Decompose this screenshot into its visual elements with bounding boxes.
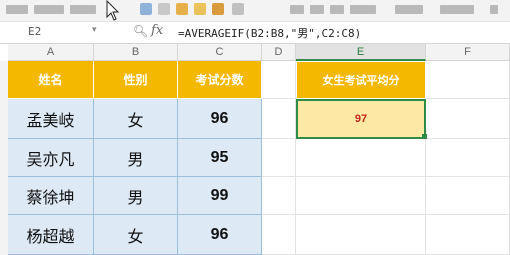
column-header-a[interactable]: A (8, 44, 94, 61)
column-header-f[interactable]: F (426, 44, 510, 61)
empty-cell[interactable] (426, 61, 510, 99)
header-gender[interactable]: 性别 (94, 61, 178, 99)
table-cell-name[interactable]: 蔡徐坤 (8, 177, 94, 215)
table-cell-name[interactable]: 杨超越 (8, 215, 94, 255)
format-icon[interactable] (140, 3, 152, 15)
toolbar-button[interactable] (440, 5, 474, 14)
align-icon[interactable] (290, 5, 304, 14)
chevron-down-icon[interactable]: ▾ (92, 25, 97, 35)
column-header-b[interactable]: B (94, 44, 178, 61)
toolbar-button[interactable] (34, 5, 64, 14)
empty-cell[interactable] (262, 215, 296, 255)
table-cell-name[interactable]: 吴亦凡 (8, 139, 94, 177)
formula-input[interactable]: =AVERAGEIF(B2:B8,"男",C2:C8) (178, 25, 361, 41)
empty-cell[interactable] (262, 99, 296, 139)
toolbar-button[interactable] (490, 5, 498, 14)
header-name[interactable]: 姓名 (8, 61, 94, 99)
empty-cell[interactable] (262, 139, 296, 177)
empty-cell[interactable] (426, 177, 510, 215)
empty-cell[interactable] (296, 215, 426, 255)
name-box[interactable]: E2 (4, 24, 104, 40)
empty-cell[interactable] (262, 177, 296, 215)
header-score[interactable]: 考试分数 (178, 61, 262, 99)
empty-cell[interactable] (296, 177, 426, 215)
mouse-cursor-icon (106, 0, 120, 21)
fill-icon[interactable] (194, 3, 206, 15)
empty-cell[interactable] (262, 61, 296, 99)
fill-handle[interactable] (422, 134, 427, 139)
toolbar-button[interactable] (395, 5, 423, 14)
toolbar-ribbon (0, 0, 510, 22)
table-cell-gender[interactable]: 男 (94, 177, 178, 215)
column-header-c[interactable]: C (178, 44, 262, 61)
table-cell-score[interactable]: 96 (178, 215, 262, 255)
table-cell-score[interactable]: 96 (178, 99, 262, 139)
align-icon[interactable] (310, 5, 324, 14)
toolbar-button[interactable] (70, 5, 96, 14)
table-cell-score[interactable]: 99 (178, 177, 262, 215)
zoom-icon[interactable]: 🔍︎ (133, 24, 148, 38)
empty-cell[interactable] (296, 139, 426, 177)
table-cell-name[interactable]: 孟美岐 (8, 99, 94, 139)
empty-cell[interactable] (426, 215, 510, 255)
table-cell-gender[interactable]: 女 (94, 99, 178, 139)
table-cell-gender[interactable]: 女 (94, 215, 178, 255)
toolbar-button[interactable] (350, 5, 376, 14)
align-icon[interactable] (330, 5, 344, 14)
fx-icon[interactable]: fx (151, 23, 163, 38)
column-header-e[interactable]: E (296, 44, 426, 61)
table-cell-score[interactable]: 95 (178, 139, 262, 177)
highlight-icon[interactable] (212, 3, 224, 15)
toolbar-button[interactable] (6, 5, 28, 14)
table-cell-gender[interactable]: 男 (94, 139, 178, 177)
formula-bar: E2 ▾ 🔍︎ fx =AVERAGEIF(B2:B8,"男",C2:C8) (0, 22, 510, 44)
empty-cell[interactable] (426, 99, 510, 139)
paint-icon[interactable] (176, 3, 188, 15)
summary-header[interactable]: 女生考试平均分 (296, 61, 426, 99)
empty-cell[interactable] (426, 139, 510, 177)
summary-value-cell[interactable]: 97 (296, 99, 426, 139)
border-icon[interactable] (232, 3, 244, 15)
table-icon[interactable] (158, 3, 170, 15)
column-header-d[interactable]: D (262, 44, 296, 61)
